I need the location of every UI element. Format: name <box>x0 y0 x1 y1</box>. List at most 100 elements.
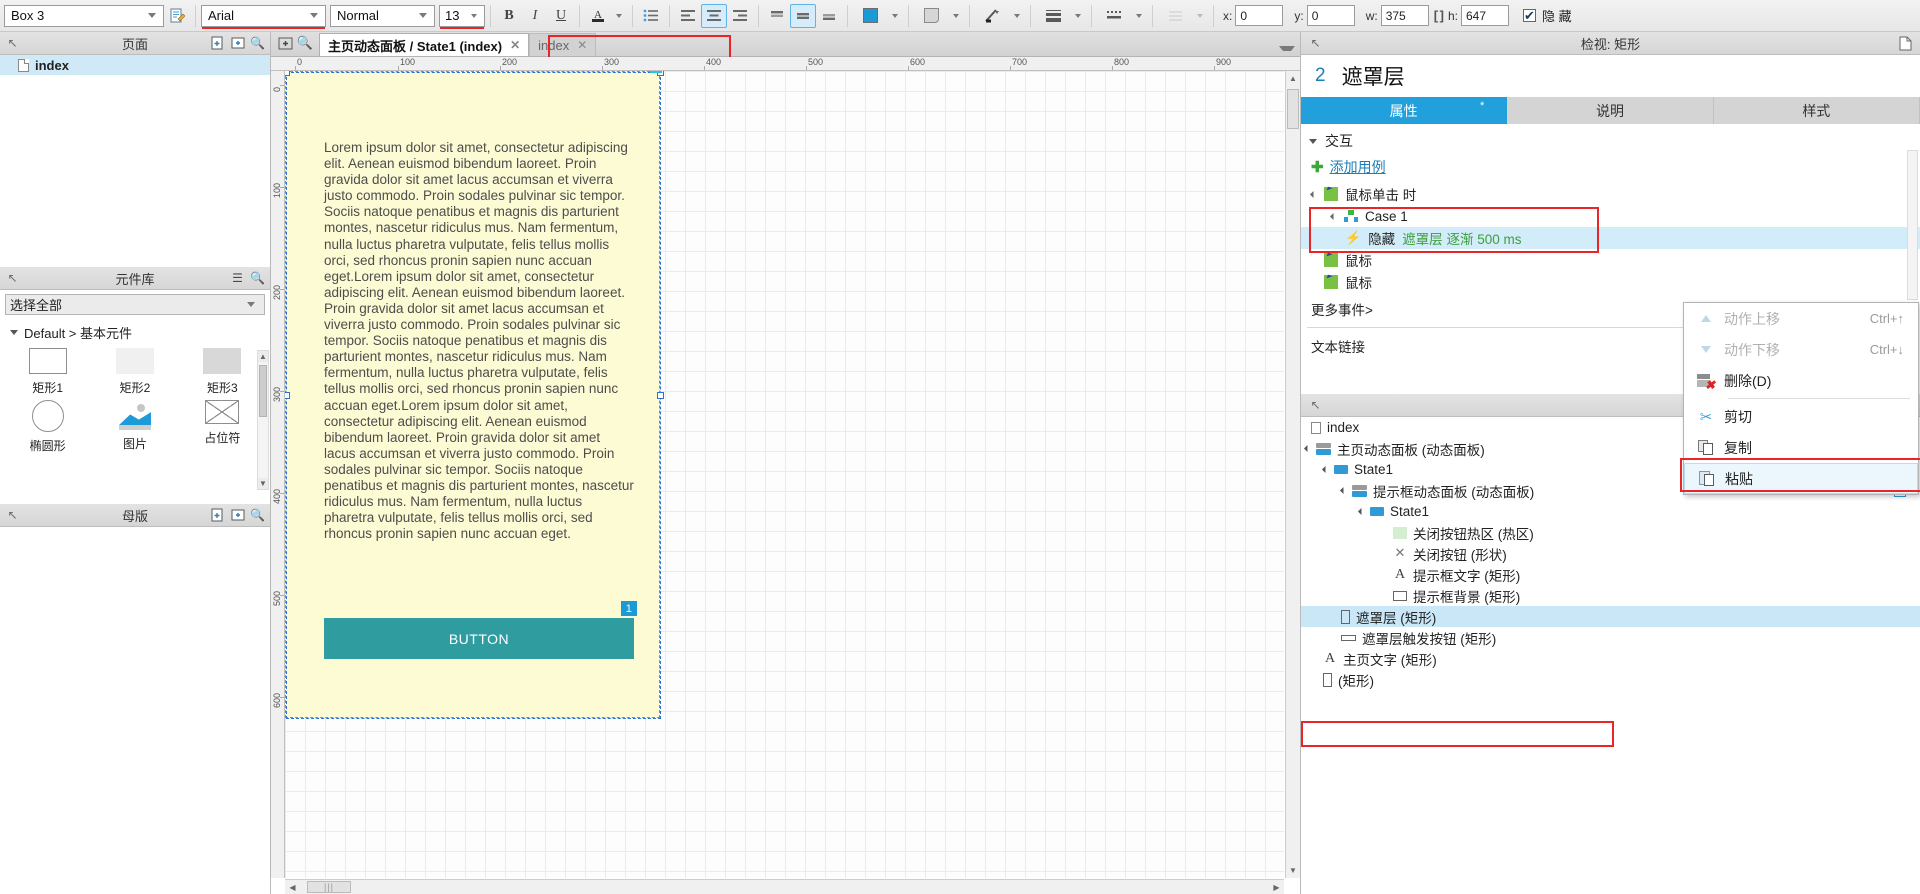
event-row-3[interactable]: 鼠标 <box>1301 271 1920 293</box>
add-page-icon[interactable] <box>209 35 226 52</box>
line-color-icon[interactable] <box>975 4 1009 28</box>
bullet-list-button[interactable] <box>638 4 664 28</box>
inspector-scrollbar[interactable] <box>1907 150 1918 300</box>
close-icon[interactable]: ✕ <box>577 38 587 52</box>
expand-triangle-icon[interactable] <box>1309 190 1318 198</box>
search-icon[interactable]: 🔍 <box>249 270 266 287</box>
search-icon[interactable]: 🔍 <box>296 34 314 52</box>
canvas-vertical-scrollbar[interactable]: ▲ ▼ <box>1285 71 1300 878</box>
scroll-up-icon[interactable]: ▲ <box>1286 71 1300 86</box>
x-input[interactable]: 0 <box>1235 5 1284 26</box>
menu-item-cut[interactable]: ✂ 剪切 <box>1684 401 1918 432</box>
underline-button[interactable]: U <box>548 4 574 28</box>
event-row-click[interactable]: 鼠标单击 时 <box>1301 183 1920 205</box>
chevron-down-icon[interactable] <box>1075 13 1081 18</box>
tree-row-main-text[interactable]: A 主页文字 (矩形) <box>1301 648 1920 669</box>
expand-triangle-icon[interactable] <box>1339 486 1348 495</box>
add-case-link[interactable]: 添加用例 <box>1330 157 1386 177</box>
inspector-doc-icon[interactable] <box>1897 35 1914 52</box>
close-icon[interactable]: ✕ <box>510 38 520 52</box>
align-center-button[interactable] <box>701 3 727 28</box>
search-icon[interactable]: 🔍 <box>249 35 266 52</box>
canvas-tab-0[interactable]: 主页动态面板 / State1 (index) ✕ <box>319 33 530 56</box>
library-select[interactable]: 选择全部 <box>5 294 265 315</box>
library-widget-rect2[interactable]: 矩形2 <box>91 348 178 396</box>
expand-triangle-icon[interactable] <box>1303 444 1312 453</box>
event-row-2[interactable]: 鼠标 <box>1301 249 1920 271</box>
tab-style[interactable]: 样式 <box>1713 97 1920 124</box>
font-family-combo[interactable]: Arial <box>201 4 326 29</box>
valign-bottom-button[interactable] <box>816 4 842 28</box>
canvas-grid[interactable]: Lorem ipsum dolor sit amet, consectetur … <box>285 71 1284 878</box>
line-color-split[interactable] <box>975 4 1025 28</box>
tree-row-tip-bg[interactable]: 提示框背景 (矩形) <box>1301 585 1920 606</box>
collapse-arrow-icon[interactable]: ↖ <box>4 507 21 524</box>
tab-notes[interactable]: 说明 <box>1507 97 1714 124</box>
add-case-row[interactable]: ✚ 添加用例 <box>1301 153 1920 183</box>
scroll-right-icon[interactable]: ▶ <box>1269 883 1284 892</box>
tree-row-mask-trigger[interactable]: 遮罩层触发按钮 (矩形) <box>1301 627 1920 648</box>
add-canvas-tab-icon[interactable] <box>276 34 294 52</box>
shadow-split[interactable] <box>914 4 964 28</box>
resize-handle-middle-right[interactable] <box>657 391 664 399</box>
search-icon[interactable]: 🔍 <box>249 507 266 524</box>
tree-row-unnamed-rect[interactable]: (矩形) <box>1301 669 1920 690</box>
align-left-button[interactable] <box>675 4 701 28</box>
line-width-split[interactable] <box>1036 4 1086 28</box>
collapse-arrow-icon[interactable]: ↖ <box>1307 35 1324 52</box>
font-style-combo[interactable]: Normal <box>330 4 435 27</box>
fill-color-split[interactable] <box>853 4 903 28</box>
menu-icon[interactable]: ☰ <box>229 270 246 287</box>
fill-color-icon[interactable] <box>853 4 887 28</box>
w-input[interactable]: 375 <box>1380 5 1429 26</box>
expand-triangle-icon[interactable] <box>1357 507 1366 516</box>
scroll-left-icon[interactable]: ◀ <box>285 883 300 892</box>
tree-row-close-shape[interactable]: ✕ 关闭按钮 (形状) <box>1301 543 1920 564</box>
h-input[interactable]: 647 <box>1460 5 1509 26</box>
scrollbar-thumb[interactable] <box>1287 89 1299 129</box>
library-group-header[interactable]: Default > 基本元件 <box>0 315 270 344</box>
align-right-button[interactable] <box>727 4 753 28</box>
collapse-arrow-icon[interactable]: ↖ <box>4 270 21 287</box>
scroll-down-icon[interactable]: ▼ <box>1286 863 1300 878</box>
resize-handle-top-left[interactable] <box>285 71 290 76</box>
arrow-style-split[interactable] <box>1158 4 1208 28</box>
menu-item-copy[interactable]: 复制 <box>1684 432 1918 463</box>
chevron-down-icon[interactable] <box>1136 13 1142 18</box>
canvas-tab-1[interactable]: index ✕ <box>529 33 597 56</box>
add-folder-icon[interactable] <box>229 35 246 52</box>
checkbox-icon[interactable]: ✔ <box>1522 9 1536 22</box>
chevron-down-icon[interactable] <box>616 13 622 18</box>
line-style-split[interactable] <box>1097 4 1147 28</box>
canvas-horizontal-scrollbar[interactable]: ◀ ||| ▶ <box>285 879 1284 894</box>
italic-button[interactable]: I <box>522 4 548 28</box>
resize-handle-middle-left[interactable] <box>285 391 290 399</box>
button-widget[interactable]: BUTTON 1 <box>324 601 637 659</box>
scrollbar-thumb[interactable] <box>259 365 267 417</box>
action-row[interactable]: ⚡ 隐藏 遮罩层 逐渐 500 ms <box>1301 227 1920 249</box>
bold-button[interactable]: B <box>496 4 522 28</box>
valign-middle-button[interactable] <box>790 3 816 28</box>
scroll-up-icon[interactable]: ▲ <box>258 351 268 362</box>
valign-top-button[interactable] <box>764 4 790 28</box>
library-widget-ellipse[interactable]: 椭圆形 <box>4 400 91 454</box>
add-master-folder-icon[interactable] <box>229 507 246 524</box>
collapse-arrow-icon[interactable]: ↖ <box>4 35 21 52</box>
chevron-down-icon[interactable] <box>953 13 959 18</box>
lock-aspect-icon[interactable]: [ ] <box>1434 8 1444 23</box>
interactions-header[interactable]: 交互 <box>1301 124 1920 153</box>
tree-row-mask-layer[interactable]: 遮罩层 (矩形) <box>1301 606 1920 627</box>
add-master-icon[interactable] <box>209 507 226 524</box>
chevron-down-icon[interactable] <box>892 13 898 18</box>
font-size-combo[interactable]: 13 <box>439 4 485 29</box>
chevron-down-icon[interactable] <box>1014 13 1020 18</box>
tab-properties[interactable]: 属性 * <box>1301 97 1508 124</box>
line-width-icon[interactable] <box>1036 4 1070 28</box>
expand-triangle-icon[interactable] <box>1321 465 1330 474</box>
line-style-icon[interactable] <box>1097 4 1131 28</box>
tree-row-tip-text[interactable]: A 提示框文字 (矩形) <box>1301 564 1920 585</box>
shadow-icon[interactable] <box>914 4 948 28</box>
scroll-down-icon[interactable]: ▼ <box>258 478 268 489</box>
library-widget-rect1[interactable]: 矩形1 <box>4 348 91 396</box>
menu-item-delete[interactable]: ✖ 删除(D) <box>1684 365 1918 396</box>
